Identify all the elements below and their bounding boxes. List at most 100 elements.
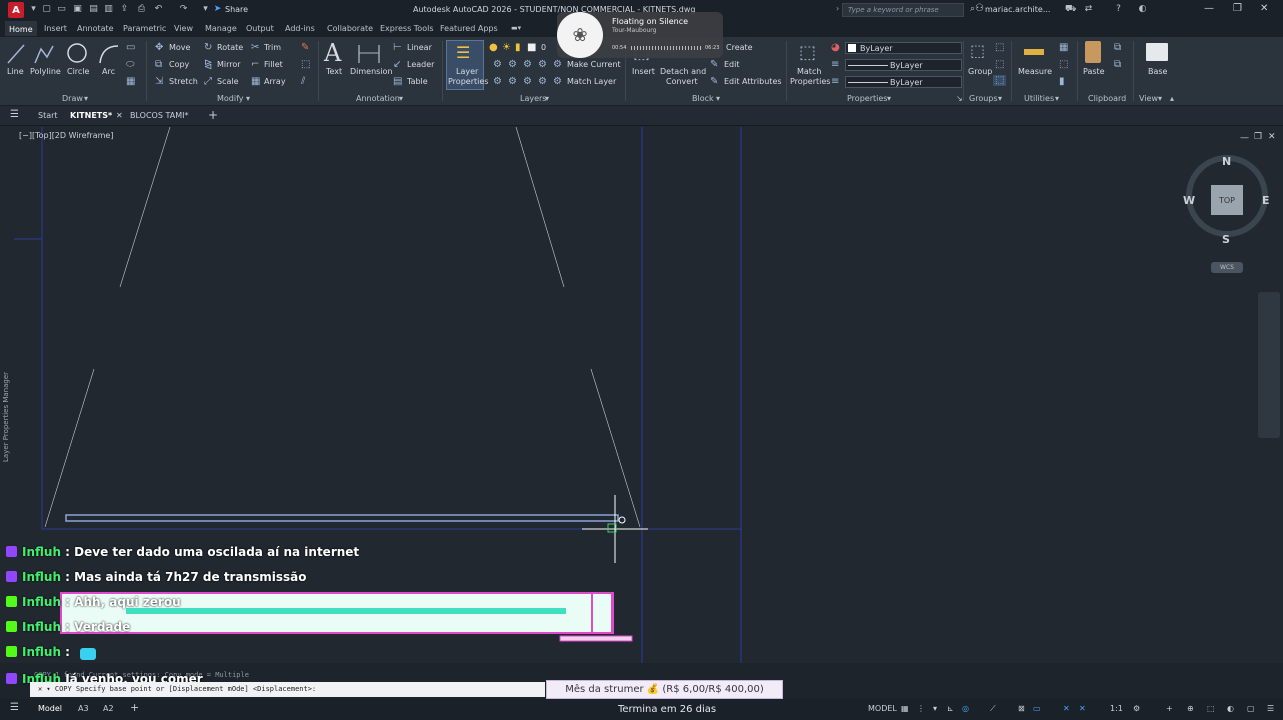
utilities-panel-title[interactable]: Utilities [1024, 94, 1054, 103]
share-icon[interactable]: ➤ [212, 4, 223, 15]
block-panel-title[interactable]: Block [692, 94, 714, 103]
tab-manage[interactable]: Manage [205, 24, 237, 33]
view-panel-title[interactable]: View [1139, 94, 1158, 103]
move-button[interactable]: Move [169, 43, 190, 52]
connect-icon[interactable]: ◐ [1137, 4, 1148, 15]
tab-parametric[interactable]: Parametric [123, 24, 166, 33]
minimize-icon[interactable]: — [1204, 3, 1214, 14]
base-view-icon[interactable] [1146, 43, 1168, 61]
layer-properties-button[interactable]: ☰ Layer Properties [446, 40, 488, 90]
compass-east[interactable]: E [1262, 194, 1270, 207]
annotation-panel-title[interactable]: Annotation [356, 94, 400, 103]
leader-icon[interactable]: ↙ [393, 59, 401, 70]
redo-icon[interactable]: ↷ [178, 4, 189, 15]
linear-button[interactable]: Linear [407, 43, 432, 52]
wcs-menu[interactable]: WCS [1211, 262, 1243, 273]
add-layout-icon[interactable]: + [130, 701, 139, 714]
compass-north[interactable]: N [1222, 155, 1231, 168]
hatch-icon[interactable]: ⬭ [126, 59, 135, 70]
draw-panel-title[interactable]: Draw [62, 94, 83, 103]
create-block-button[interactable]: Create [726, 43, 753, 52]
modify-panel-title[interactable]: Modify [217, 94, 244, 103]
polyline-button[interactable]: Polyline [30, 67, 61, 76]
copy-icon[interactable]: ⧉ [155, 59, 162, 70]
grid-icon[interactable]: ▦ [901, 704, 909, 713]
match-properties-label-2[interactable]: Properties [790, 77, 830, 86]
tab-annotate[interactable]: Annotate [77, 24, 114, 33]
new-file-icon[interactable]: ▢ [41, 4, 52, 15]
paste-button[interactable]: Paste [1083, 67, 1105, 76]
layer-tool-6-icon[interactable]: ⚙ [508, 76, 517, 87]
match-properties-label-1[interactable]: Match [797, 67, 821, 76]
help-icon[interactable]: ? [1113, 4, 1124, 15]
scale-icon[interactable]: ⤢ [204, 76, 212, 87]
edit-block-button[interactable]: Edit [724, 60, 740, 69]
measure-button[interactable]: Measure [1018, 67, 1052, 76]
open-folder-icon[interactable]: ▭ [56, 4, 67, 15]
gradient-icon[interactable]: ▦ [126, 76, 135, 87]
layer-tool-8-icon[interactable]: ⚙ [538, 76, 547, 87]
group-select-icon[interactable]: ⬚ [993, 75, 1007, 86]
tab-output[interactable]: Output [246, 24, 274, 33]
linetype-select[interactable]: ByLayer [845, 59, 962, 71]
layers-panel-title[interactable]: Layers [520, 94, 546, 103]
array-button[interactable]: Array [264, 77, 286, 86]
tab-close-icon[interactable]: ✕ [116, 111, 123, 120]
move-icon[interactable]: ✥ [155, 42, 163, 53]
layer-lock-icon[interactable]: ▮ [515, 42, 521, 53]
mirror-button[interactable]: Mirror [217, 60, 241, 69]
tab-model[interactable]: Model [38, 704, 62, 713]
rectangle-icon[interactable]: ▭ [126, 42, 135, 53]
line-icon[interactable] [6, 43, 26, 65]
dimension-icon[interactable] [357, 43, 381, 65]
layer-tool-3-icon[interactable]: ⚙ [523, 59, 532, 70]
text-button[interactable]: Text [326, 67, 342, 76]
command-input[interactable]: ✕ ▾ COPY Specify base point or [Displace… [30, 682, 545, 697]
linear-icon[interactable]: ⊢ [393, 42, 402, 53]
chevron-down-icon[interactable]: ▾ [545, 94, 549, 103]
calculator-icon[interactable]: ▦ [1059, 42, 1068, 53]
color-select[interactable]: ByLayer [845, 42, 962, 54]
trim-button[interactable]: Trim [264, 43, 281, 52]
match-layer-icon[interactable]: ⚙ [553, 76, 562, 87]
group-icon[interactable]: ⬚ [970, 41, 985, 60]
annotation-monitor-icon[interactable]: + [1166, 704, 1173, 713]
viewport-controls[interactable]: [−][Top][2D Wireframe] [19, 131, 113, 140]
isolate-icon[interactable]: ◐ [1227, 704, 1234, 713]
customize-icon[interactable]: ☰ [1267, 704, 1274, 713]
insert-button[interactable]: Insert [632, 67, 655, 76]
properties-panel-title[interactable]: Properties [847, 94, 887, 103]
layer-tool-2-icon[interactable]: ⚙ [508, 59, 517, 70]
base-button[interactable]: Base [1148, 67, 1167, 76]
tab-add-ins[interactable]: Add-ins [285, 24, 315, 33]
panel-toggle-icon[interactable]: ▬▾ [511, 24, 521, 32]
clipboard-panel-title[interactable]: Clipboard [1088, 94, 1126, 103]
detach-convert-label-2[interactable]: Convert [666, 77, 698, 86]
rotate-icon[interactable]: ↻ [204, 42, 212, 53]
units-icon[interactable]: ⊕ [1187, 704, 1194, 713]
compass-south[interactable]: S [1222, 233, 1230, 246]
dimension-button[interactable]: Dimension [350, 67, 393, 76]
ortho-icon[interactable]: ⊾ [947, 704, 954, 713]
tab-blocos-tami[interactable]: BLOCOS TAMI* [130, 111, 188, 120]
tab-collaborate[interactable]: Collaborate [327, 24, 373, 33]
dropdown-icon[interactable]: ▾ [933, 704, 937, 713]
layer-properties-manager-palette[interactable]: Layer Properties Manager [0, 360, 12, 470]
arc-icon[interactable] [98, 43, 120, 65]
stretch-button[interactable]: Stretch [169, 77, 198, 86]
workspace-gear-icon[interactable]: ⚙ [1133, 704, 1140, 713]
detach-convert-label-1[interactable]: Detach and [660, 67, 706, 76]
save-icon[interactable]: ▣ [72, 4, 83, 15]
text-icon[interactable]: A [324, 39, 341, 67]
user-account[interactable]: mariac.archite... [985, 5, 1050, 14]
layer-color-icon[interactable]: ■ [527, 42, 536, 53]
plot-icon[interactable]: ⎙ [136, 4, 147, 15]
layer-tool-7-icon[interactable]: ⚙ [523, 76, 532, 87]
dropdown-icon[interactable]: ▾ [28, 4, 39, 15]
table-icon[interactable]: ▤ [393, 76, 402, 87]
dialog-launcher-icon[interactable]: ↘ [956, 94, 963, 103]
osnap-icon[interactable]: ⊠ [1018, 704, 1025, 713]
match-layer-button[interactable]: Match Layer [567, 77, 616, 86]
layer-tool-4-icon[interactable]: ⚙ [538, 59, 547, 70]
arc-button[interactable]: Arc [102, 67, 115, 76]
